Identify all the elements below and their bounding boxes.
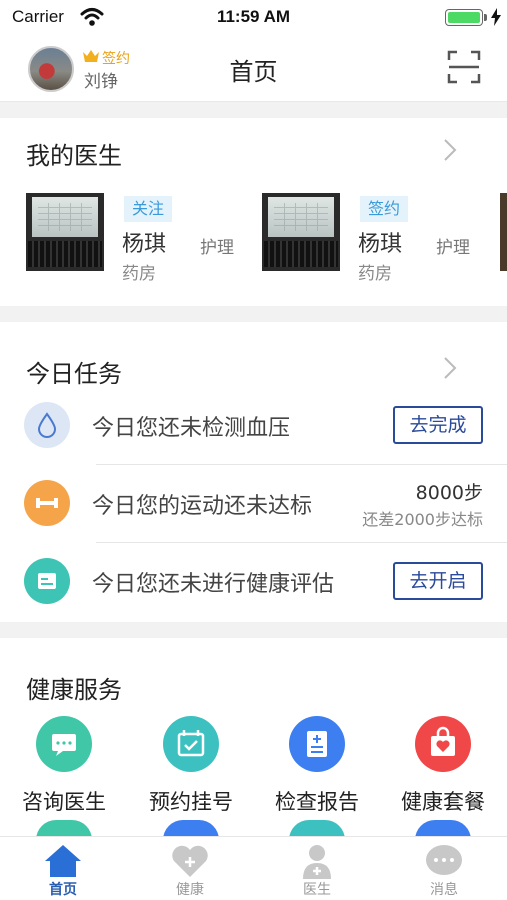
doctor-photo <box>26 193 104 271</box>
task-text: 今日您还未进行健康评估 <box>92 572 335 597</box>
complete-task-button[interactable]: 去完成 <box>393 406 483 444</box>
tab-label: 健康 <box>176 882 204 898</box>
health-services-title: 健康服务 <box>26 676 122 704</box>
doctor-title: 护理 <box>436 238 470 258</box>
chevron-right-icon[interactable] <box>443 138 457 162</box>
dumbbell-icon <box>24 480 70 526</box>
tab-label: 首页 <box>49 882 77 898</box>
doctor-icon <box>303 845 331 879</box>
document-icon <box>24 558 70 604</box>
doctor-card[interactable]: 签约 杨琪 护理 药房 <box>262 193 502 284</box>
step-count: 8000步 <box>415 482 483 504</box>
tab-home[interactable]: 首页 <box>0 837 126 900</box>
step-remaining-note: 还差2000步达标 <box>362 510 483 529</box>
daily-tasks-title: 今日任务 <box>26 360 122 388</box>
nav-bar: 签约 刘铮 首页 <box>0 36 507 102</box>
charging-icon <box>491 8 501 26</box>
page-title: 首页 <box>229 58 278 86</box>
service-label: 检查报告 <box>275 790 359 814</box>
task-row-exercise: 今日您的运动还未达标 8000步 还差2000步达标 <box>0 464 507 542</box>
service-label: 咨询医生 <box>22 790 106 814</box>
task-row-blood-pressure: 今日您还未检测血压 去完成 <box>0 386 507 464</box>
home-icon <box>45 845 81 877</box>
tab-messages[interactable]: 消息 <box>381 837 507 900</box>
my-doctors-title: 我的医生 <box>26 142 122 170</box>
tab-bar: 首页 健康 医生 消息 <box>0 836 507 900</box>
task-row-assessment: 今日您还未进行健康评估 去开启 <box>0 542 507 620</box>
doctor-title: 护理 <box>200 238 234 258</box>
task-text: 今日您还未检测血压 <box>92 416 291 441</box>
task-text: 今日您的运动还未达标 <box>92 494 313 519</box>
battery-icon <box>445 9 483 26</box>
follow-tag: 关注 <box>124 196 173 222</box>
signed-tag: 签约 <box>360 196 409 222</box>
tab-doctor[interactable]: 医生 <box>254 837 380 900</box>
chat-bubble-icon <box>36 716 92 772</box>
status-bar: Carrier 11:59 AM <box>0 0 507 36</box>
heart-bag-icon <box>415 716 471 772</box>
chevron-right-icon[interactable] <box>443 356 457 380</box>
calendar-check-icon <box>163 716 219 772</box>
section-gap <box>0 306 507 322</box>
tab-label: 消息 <box>430 882 458 898</box>
section-gap <box>0 102 507 118</box>
scan-icon[interactable] <box>447 50 481 84</box>
service-label: 预约挂号 <box>149 790 233 814</box>
doctor-department: 药房 <box>358 264 392 284</box>
water-drop-icon <box>24 402 70 448</box>
doctor-name: 杨琪 <box>358 232 403 257</box>
tab-health[interactable]: 健康 <box>127 837 253 900</box>
doctor-department: 药房 <box>122 264 156 284</box>
battery-tip <box>484 14 487 21</box>
service-label: 健康套餐 <box>401 790 485 814</box>
report-icon <box>289 716 345 772</box>
clock: 11:59 AM <box>216 7 291 26</box>
message-icon <box>426 845 462 875</box>
doctor-name: 杨琪 <box>122 232 167 257</box>
doctor-card[interactable]: 关注 杨琪 护理 药房 <box>26 193 266 284</box>
doctor-card-peek[interactable] <box>500 193 507 271</box>
section-gap <box>0 622 507 638</box>
doctor-photo <box>262 193 340 271</box>
health-heart-icon <box>172 845 208 877</box>
start-task-button[interactable]: 去开启 <box>393 562 483 600</box>
tab-label: 医生 <box>303 882 331 898</box>
